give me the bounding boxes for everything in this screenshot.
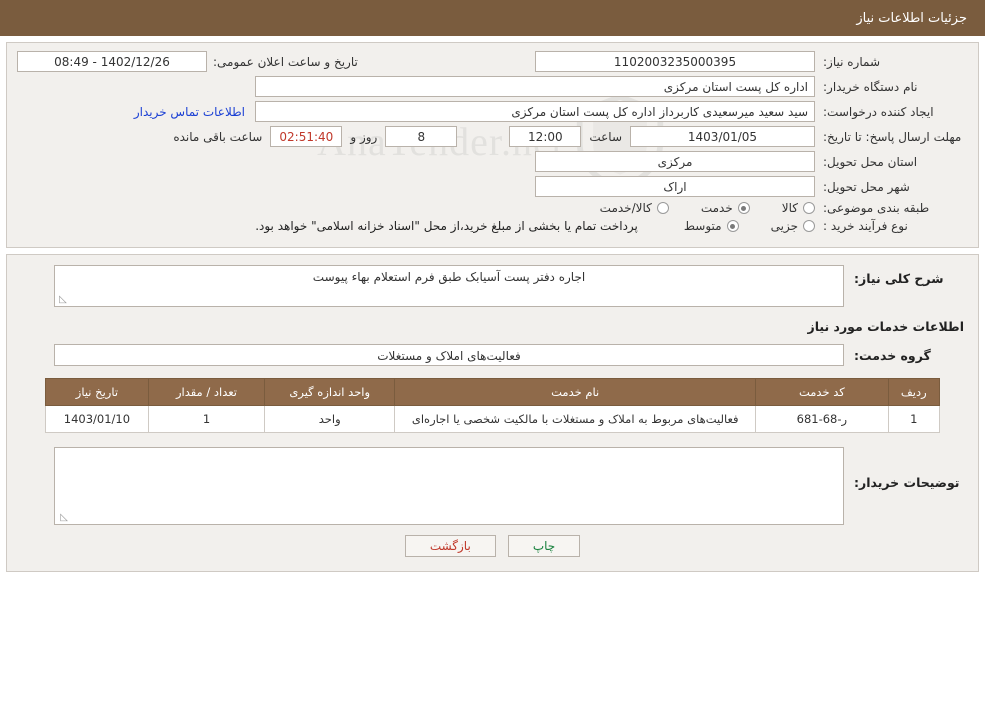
requester-label: ایجاد کننده درخواست:	[823, 104, 934, 119]
table-header-row: ردیف کد خدمت نام خدمت واحد اندازه گیری ت…	[45, 378, 941, 406]
cell-qty: 1	[147, 405, 266, 433]
service-group-value: فعالیت‌های املاک و مستغلات	[54, 344, 844, 366]
requester-value: سید سعید میرسعیدی کاربرداز اداره کل پست …	[255, 101, 815, 122]
page-title: جزئیات اطلاعات نیاز	[856, 10, 967, 26]
row-buyer-notes: توضیحات خریدار: ◺	[21, 447, 964, 525]
table-row: 1 ر-68-681 فعالیت‌های مربوط به املاک و م…	[45, 405, 941, 433]
th-unit: واحد اندازه گیری	[264, 378, 396, 406]
th-date: تاریخ نیاز	[45, 378, 149, 406]
row-requester: ایجاد کننده درخواست: سید سعید میرسعیدی ک…	[17, 101, 968, 122]
countdown-label: ساعت باقی مانده	[173, 129, 263, 144]
purchase-option-label: متوسط	[683, 219, 722, 233]
radio-icon[interactable]	[726, 220, 739, 232]
cell-code: ر-68-681	[755, 405, 889, 433]
cell-row: 1	[887, 405, 941, 433]
th-name: نام خدمت	[394, 378, 757, 406]
print-button[interactable]: چاپ	[507, 535, 581, 557]
row-service-group: گروه خدمت: فعالیت‌های املاک و مستغلات	[21, 344, 964, 366]
th-row: ردیف	[887, 378, 941, 406]
need-number-label: شماره نیاز:	[823, 54, 880, 69]
row-city: شهر محل تحویل: اراک	[17, 176, 968, 197]
row-category: طبقه بندی موضوعی: کالا خدمت کالا/خدمت	[17, 201, 968, 215]
purchase-type-label: نوع فرآیند خرید :	[823, 219, 908, 233]
deadline-hour-value: 12:00	[509, 126, 582, 147]
row-need-number: شماره نیاز: 1102003235000395 تاریخ و ساع…	[17, 51, 968, 72]
days-left-label: روز و	[350, 129, 378, 144]
radio-icon[interactable]	[737, 202, 750, 214]
announce-datetime-label: تاریخ و ساعت اعلان عمومی:	[213, 54, 358, 69]
category-option-kala[interactable]: کالا	[782, 201, 815, 215]
purchase-type-radio-group[interactable]: جزیی متوسط	[656, 219, 815, 233]
summary-textarea: اجاره دفتر پست آسیابک طبق فرم استعلام به…	[54, 265, 844, 307]
purchase-option-motavaset[interactable]: متوسط	[684, 219, 739, 233]
resize-grip-icon[interactable]: ◺	[58, 295, 68, 305]
radio-icon[interactable]	[656, 202, 669, 214]
row-province: استان محل تحویل: مرکزی	[17, 151, 968, 172]
announce-datetime-value: 1402/12/26 - 08:49	[17, 51, 207, 72]
th-qty: تعداد / مقدار	[147, 378, 266, 406]
row-purchase-type: نوع فرآیند خرید : جزیی متوسط پرداخت تمام…	[17, 219, 968, 233]
buyer-notes-label: توضیحات خریدار:	[854, 475, 960, 490]
action-buttons: چاپ بازگشت	[21, 535, 964, 557]
service-group-label: گروه خدمت:	[854, 347, 931, 363]
cell-name: فعالیت‌های مربوط به املاک و مستغلات با م…	[394, 405, 757, 433]
row-summary: شرح کلی نیاز: اجاره دفتر پست آسیابک طبق …	[21, 265, 964, 307]
buyer-notes-textarea: ◺	[54, 447, 844, 525]
need-summary-panel: AnaTender.net شماره نیاز: 11020032350003…	[6, 42, 979, 248]
category-option-khedmat[interactable]: خدمت	[701, 201, 750, 215]
province-label: استان محل تحویل:	[823, 154, 918, 169]
purchase-option-jozei[interactable]: جزیی	[771, 219, 815, 233]
purchase-option-label: جزیی	[770, 219, 798, 233]
buyer-contact-link[interactable]: اطلاعات تماس خریدار	[134, 105, 255, 119]
row-buyer-org: نام دستگاه خریدار: اداره کل پست استان مر…	[17, 76, 968, 97]
summary-value: اجاره دفتر پست آسیابک طبق فرم استعلام به…	[312, 270, 586, 284]
th-code: کد خدمت	[755, 378, 889, 406]
purchase-note: پرداخت تمام یا بخشی از مبلغ خرید،از محل …	[255, 219, 638, 233]
buyer-org-value: اداره کل پست استان مرکزی	[255, 76, 815, 97]
need-details-panel: شرح کلی نیاز: اجاره دفتر پست آسیابک طبق …	[6, 254, 979, 572]
category-option-label: کالا	[781, 201, 798, 215]
cell-unit: واحد	[264, 405, 396, 433]
row-deadline: مهلت ارسال پاسخ: تا تاریخ: 1403/01/05 سا…	[17, 126, 968, 147]
services-table: ردیف کد خدمت نام خدمت واحد اندازه گیری ت…	[45, 378, 941, 433]
deadline-date-value: 1403/01/05	[630, 126, 815, 147]
city-value: اراک	[535, 176, 815, 197]
radio-icon[interactable]	[803, 220, 815, 232]
deadline-label: مهلت ارسال پاسخ: تا تاریخ:	[823, 129, 962, 144]
page-header: جزئیات اطلاعات نیاز	[0, 0, 985, 36]
services-heading: اطلاعات خدمات مورد نیاز	[807, 319, 965, 334]
days-left-value: 8	[385, 126, 458, 147]
countdown-timer: 02:51:40	[270, 126, 343, 147]
category-option-label: خدمت	[700, 201, 733, 215]
city-label: شهر محل تحویل:	[823, 179, 910, 194]
category-option-label: کالا/خدمت	[599, 201, 652, 215]
summary-label: شرح کلی نیاز:	[854, 271, 944, 286]
province-value: مرکزی	[535, 151, 815, 172]
radio-icon[interactable]	[803, 202, 815, 214]
buyer-org-label: نام دستگاه خریدار:	[823, 79, 918, 94]
back-button[interactable]: بازگشت	[404, 535, 496, 557]
category-option-kala-khedmat[interactable]: کالا/خدمت	[600, 201, 669, 215]
deadline-hour-label: ساعت	[589, 129, 622, 144]
resize-grip-icon[interactable]: ◺	[58, 513, 68, 523]
need-number-value: 1102003235000395	[535, 51, 815, 72]
cell-date: 1403/01/10	[45, 405, 149, 433]
category-radio-group[interactable]: کالا خدمت کالا/خدمت	[572, 201, 815, 215]
category-label: طبقه بندی موضوعی:	[823, 201, 930, 215]
